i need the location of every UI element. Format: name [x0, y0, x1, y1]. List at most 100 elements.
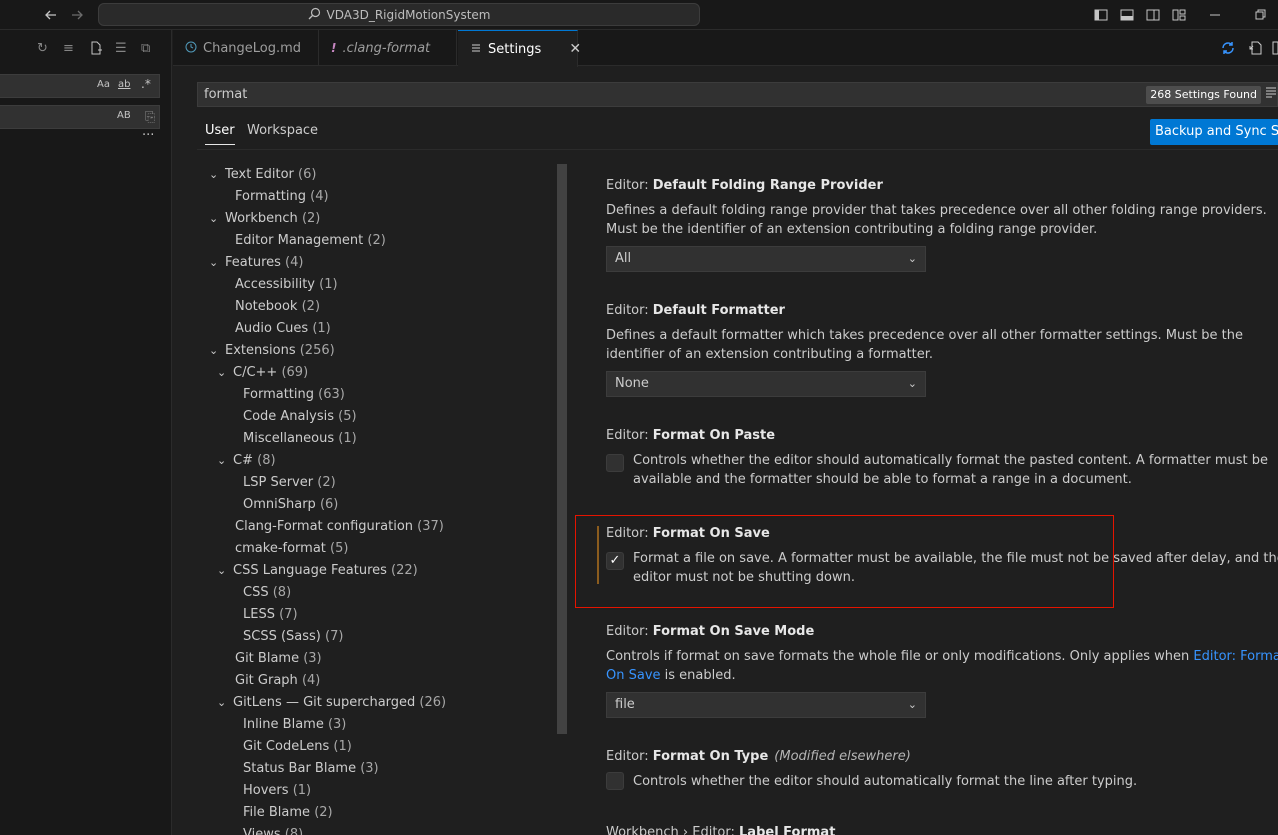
chevron-down-icon[interactable]: ⌄ [217, 362, 233, 384]
toc-scrollbar[interactable] [557, 164, 567, 734]
toc-item-count: (3) [327, 717, 347, 732]
toc-item[interactable]: ⌄ GitLens — Git supercharged (26) [217, 692, 446, 714]
chevron-down-icon[interactable]: ⌄ [209, 340, 225, 362]
split-editor-icon[interactable] [1272, 40, 1278, 60]
toc-item[interactable]: LESS (7) [243, 604, 298, 626]
chevron-down-icon: ⌄ [907, 698, 917, 711]
open-settings-json-icon[interactable] [1248, 40, 1264, 60]
toc-item[interactable]: Hovers (1) [243, 780, 311, 802]
toc-item[interactable]: Inline Blame (3) [243, 714, 346, 736]
chevron-down-icon[interactable]: ⌄ [209, 252, 225, 274]
toc-item[interactable]: ⌄ CSS Language Features (22) [217, 560, 418, 582]
settings-search-box[interactable]: 268 Settings Found [197, 82, 1278, 107]
tab-user[interactable]: User [205, 123, 235, 145]
toc-item[interactable]: ⌄ Workbench (2) [209, 208, 320, 230]
toc-item[interactable]: Miscellaneous (1) [243, 428, 357, 450]
default-formatter-select[interactable]: None ⌄ [606, 371, 926, 397]
collapse-all-icon[interactable]: ☰ [115, 41, 127, 56]
tab-settings[interactable]: Settings ✕ [458, 30, 581, 67]
info-icon [185, 41, 197, 56]
toggle-sidebar-icon[interactable] [1092, 6, 1110, 24]
toggle-panel-icon[interactable] [1118, 6, 1136, 24]
chevron-down-icon[interactable]: ⌄ [217, 560, 233, 582]
toc-item[interactable]: ⌄ Features (4) [209, 252, 303, 274]
toc-item[interactable]: SCSS (Sass) (7) [243, 626, 343, 648]
tab-workspace[interactable]: Workspace [247, 123, 318, 144]
format-on-save-mode-select[interactable]: file ⌄ [606, 692, 926, 718]
toc-item[interactable]: Views (8) [243, 824, 303, 835]
chevron-down-icon[interactable]: ⌄ [217, 450, 233, 472]
toc-item[interactable]: Formatting (63) [243, 384, 345, 406]
toc-item[interactable]: cmake-format (5) [235, 538, 348, 560]
toc-item[interactable]: Editor Management (2) [235, 230, 386, 252]
filter-icon[interactable] [1265, 86, 1277, 102]
arrow-right-icon[interactable] [68, 6, 86, 24]
check-icon: ✓ [609, 553, 621, 568]
command-center[interactable]: VDA3D_RigidMotionSystem [98, 3, 700, 26]
toc-item[interactable]: Accessibility (1) [235, 274, 338, 296]
format-on-save-checkbox[interactable]: ✓ [606, 552, 624, 570]
chevron-down-icon[interactable]: ⌄ [217, 692, 233, 714]
toggle-secondary-sidebar-icon[interactable] [1144, 6, 1162, 24]
modified-elsewhere-note[interactable]: (Modified elsewhere) [774, 749, 911, 764]
toc-item[interactable]: ⌄ Extensions (256) [209, 340, 335, 362]
setting-description: Controls whether the editor should autom… [633, 453, 1269, 487]
toc-item[interactable]: Clang-Format configuration (37) [235, 516, 444, 538]
format-on-type-checkbox[interactable] [606, 772, 624, 790]
toc-item-label: Miscellaneous [243, 431, 335, 446]
settings-search-input[interactable] [204, 85, 1104, 104]
toc-item[interactable]: LSP Server (2) [243, 472, 336, 494]
minimize-icon[interactable] [1206, 6, 1224, 24]
folding-provider-select[interactable]: All ⌄ [606, 246, 926, 272]
toc-item-label: Status Bar Blame [243, 761, 357, 776]
toc-item-count: (2) [367, 233, 386, 248]
toc-item-label: Views [243, 827, 281, 835]
more-options-icon[interactable]: ··· [142, 128, 154, 143]
toc-item[interactable]: Status Bar Blame (3) [243, 758, 379, 780]
restore-icon[interactable] [1252, 6, 1270, 24]
replace-input[interactable]: AB [0, 105, 160, 129]
toc-item[interactable]: Formatting (4) [235, 186, 329, 208]
toc-item-label: Formatting [243, 387, 315, 402]
toc-item[interactable]: Git CodeLens (1) [243, 736, 352, 758]
toc-item[interactable]: Git Blame (3) [235, 648, 322, 670]
toc-item-label: File Blame [243, 805, 311, 820]
tab-changelog[interactable]: ChangeLog.md [173, 30, 319, 66]
toc-item[interactable]: ⌄ Text Editor (6) [209, 164, 316, 186]
setting-title: Editor: Default Folding Range Provider [606, 178, 883, 193]
arrow-left-icon[interactable] [42, 6, 60, 24]
replace-all-icon[interactable]: ⎘ [145, 110, 155, 125]
refresh-icon[interactable]: ↻ [37, 41, 48, 56]
setting-title: Editor: Format On Type (Modified elsewher… [606, 749, 911, 764]
view-as-tree-icon[interactable]: ⧉ [141, 41, 150, 56]
toc-item-count: (3) [303, 651, 322, 666]
new-search-editor-icon[interactable] [89, 41, 103, 59]
match-whole-word-icon[interactable]: ab [118, 79, 130, 90]
toc-item[interactable]: File Blame (2) [243, 802, 333, 824]
toc-item-label: Extensions [225, 343, 296, 358]
sync-settings-icon[interactable] [1220, 40, 1236, 60]
search-input[interactable]: Aa ab .* [0, 74, 160, 98]
match-case-icon[interactable]: Aa [97, 79, 110, 90]
toc-item[interactable]: Code Analysis (5) [243, 406, 357, 428]
toc-item-label: Code Analysis [243, 409, 334, 424]
toc-item[interactable]: Notebook (2) [235, 296, 320, 318]
toc-item[interactable]: OmniSharp (6) [243, 494, 338, 516]
format-on-paste-checkbox[interactable] [606, 454, 624, 472]
tab-clang-format[interactable]: ! .clang-format [319, 30, 457, 66]
customize-layout-icon[interactable] [1170, 6, 1188, 24]
preserve-case-icon[interactable]: AB [117, 110, 131, 121]
chevron-down-icon[interactable]: ⌄ [209, 164, 225, 186]
toc-item[interactable]: CSS (8) [243, 582, 291, 604]
toc-item[interactable]: Git Graph (4) [235, 670, 320, 692]
chevron-down-icon[interactable]: ⌄ [209, 208, 225, 230]
close-icon[interactable]: ✕ [569, 41, 581, 57]
clear-results-icon[interactable]: ≡ [63, 41, 74, 56]
backup-and-sync-button[interactable]: Backup and Sync Settings [1150, 119, 1278, 145]
use-regex-icon[interactable]: .* [141, 77, 151, 91]
toc-item[interactable]: Audio Cues (1) [235, 318, 331, 340]
toc-item-label: CSS Language Features [233, 563, 387, 578]
toc-item[interactable]: ⌄ C# (8) [217, 450, 276, 472]
toc-item-count: (69) [281, 365, 309, 380]
toc-item[interactable]: ⌄ C/C++ (69) [217, 362, 308, 384]
